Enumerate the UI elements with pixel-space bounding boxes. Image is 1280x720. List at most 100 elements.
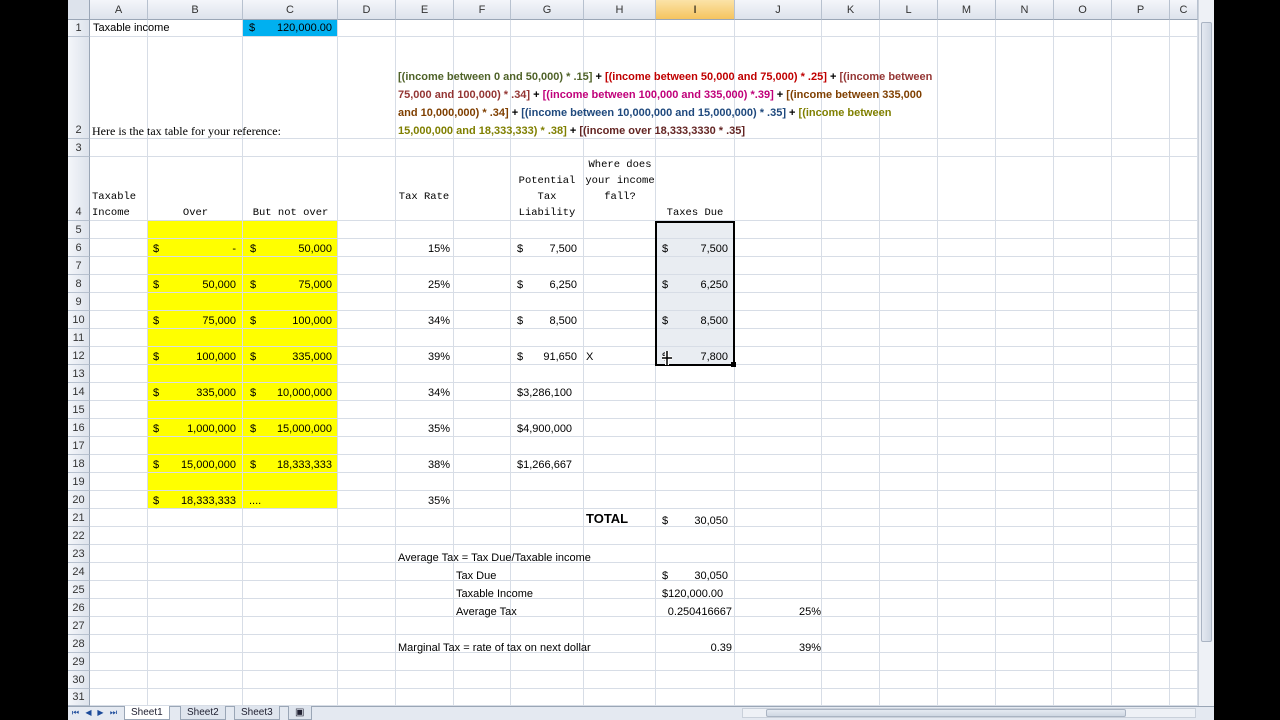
bracket-over[interactable]: 100,000	[150, 350, 236, 364]
column-header-g[interactable]: G	[511, 0, 584, 20]
row-header-14[interactable]: 14	[68, 383, 90, 401]
bracket-tax-rate[interactable]: 34%	[398, 386, 450, 400]
row-header-25[interactable]: 25	[68, 581, 90, 599]
marginal-tax-percent[interactable]: 39%	[735, 641, 821, 655]
row-header-28[interactable]: 28	[68, 635, 90, 653]
bracket-not-over[interactable]: 75,000	[246, 278, 332, 292]
first-sheet-icon[interactable]: ⏮	[70, 707, 81, 718]
row-header-23[interactable]: 23	[68, 545, 90, 563]
row-header-3[interactable]: 3	[68, 139, 90, 157]
row-header-15[interactable]: 15	[68, 401, 90, 419]
column-header-i[interactable]: I	[656, 0, 735, 20]
bracket-over[interactable]: 18,333,333	[150, 494, 236, 508]
column-header-h[interactable]: H	[584, 0, 656, 20]
taxable-income-value[interactable]: 120,000.00	[250, 21, 332, 35]
bracket-over[interactable]: 1,000,000	[150, 422, 236, 436]
row-header-11[interactable]: 11	[68, 329, 90, 347]
bracket-over[interactable]: 50,000	[150, 278, 236, 292]
bracket-tax-rate[interactable]: 34%	[398, 314, 450, 328]
row-header-31[interactable]: 31	[68, 689, 90, 706]
row-header-22[interactable]: 22	[68, 527, 90, 545]
column-header-c[interactable]: C	[1170, 0, 1198, 20]
bracket-not-over[interactable]: 335,000	[246, 350, 332, 364]
row-header-19[interactable]: 19	[68, 473, 90, 491]
row-header-5[interactable]: 5	[68, 221, 90, 239]
column-header-a[interactable]: A	[90, 0, 148, 20]
next-sheet-icon[interactable]: ▶	[95, 707, 106, 718]
bracket-tax-rate[interactable]: 15%	[398, 242, 450, 256]
bracket-not-over[interactable]: 10,000,000	[246, 386, 332, 400]
select-all-corner[interactable]	[68, 0, 90, 20]
row-header-13[interactable]: 13	[68, 365, 90, 383]
bracket-liability[interactable]: 91,650	[514, 350, 577, 364]
column-header-p[interactable]: P	[1112, 0, 1170, 20]
column-header-d[interactable]: D	[338, 0, 396, 20]
row-header-17[interactable]: 17	[68, 437, 90, 455]
row-header-10[interactable]: 10	[68, 311, 90, 329]
bracket-tax-rate[interactable]: 35%	[398, 422, 450, 436]
row-header-8[interactable]: 8	[68, 275, 90, 293]
tax-due-value[interactable]: 30,050	[660, 569, 728, 583]
bracket-over[interactable]: 75,000	[150, 314, 236, 328]
row-header-9[interactable]: 9	[68, 293, 90, 311]
row-header-16[interactable]: 16	[68, 419, 90, 437]
row-header-18[interactable]: 18	[68, 455, 90, 473]
bracket-over[interactable]: -	[150, 242, 236, 256]
row-header-2[interactable]: 2	[68, 37, 90, 139]
row-header-21[interactable]: 21	[68, 509, 90, 527]
row-header-20[interactable]: 20	[68, 491, 90, 509]
bracket-over[interactable]: 335,000	[150, 386, 236, 400]
taxable-income-value-2[interactable]: $120,000.00	[662, 587, 723, 601]
bracket-liability[interactable]: 7,500	[514, 242, 577, 256]
column-header-k[interactable]: K	[822, 0, 880, 20]
row-header-27[interactable]: 27	[68, 617, 90, 635]
bracket-liability[interactable]: $1,266,667	[517, 458, 572, 472]
average-tax-percent[interactable]: 25%	[735, 605, 821, 619]
bracket-liability[interactable]: $3,286,100	[517, 386, 572, 400]
row-header-29[interactable]: 29	[68, 653, 90, 671]
row-header-6[interactable]: 6	[68, 239, 90, 257]
average-tax-value[interactable]: 0.250416667	[656, 605, 732, 619]
column-header-b[interactable]: B	[148, 0, 243, 20]
row-header-26[interactable]: 26	[68, 599, 90, 617]
row-header-4[interactable]: 4	[68, 157, 90, 221]
marginal-tax-value[interactable]: 0.39	[656, 641, 732, 655]
bracket-where[interactable]: X	[586, 350, 593, 364]
total-value[interactable]: 30,050	[660, 514, 728, 528]
bracket-liability[interactable]: 6,250	[514, 278, 577, 292]
row-header-30[interactable]: 30	[68, 671, 90, 689]
bracket-over[interactable]: 15,000,000	[150, 458, 236, 472]
column-header-e[interactable]: E	[396, 0, 454, 20]
selection-border[interactable]	[655, 221, 735, 366]
column-header-c[interactable]: C	[243, 0, 338, 20]
bracket-not-over[interactable]: 18,333,333	[246, 458, 332, 472]
horizontal-scroll-thumb[interactable]	[766, 709, 1126, 717]
row-header-12[interactable]: 12	[68, 347, 90, 365]
tab-sheet1[interactable]: Sheet1	[124, 706, 170, 720]
column-header-o[interactable]: O	[1054, 0, 1112, 20]
column-header-n[interactable]: N	[996, 0, 1054, 20]
tab-sheet3[interactable]: Sheet3	[234, 706, 280, 720]
bracket-tax-rate[interactable]: 39%	[398, 350, 450, 364]
row-header-7[interactable]: 7	[68, 257, 90, 275]
column-header-f[interactable]: F	[454, 0, 511, 20]
column-header-j[interactable]: J	[735, 0, 822, 20]
bracket-not-over[interactable]: 100,000	[246, 314, 332, 328]
bracket-tax-rate[interactable]: 38%	[398, 458, 450, 472]
bracket-liability[interactable]: 8,500	[514, 314, 577, 328]
vertical-scroll-thumb[interactable]	[1201, 22, 1212, 642]
fill-handle[interactable]	[731, 362, 736, 367]
column-header-m[interactable]: M	[938, 0, 996, 20]
bracket-not-over[interactable]: 15,000,000	[246, 422, 332, 436]
row-header-24[interactable]: 24	[68, 563, 90, 581]
bracket-not-over[interactable]: ....	[249, 494, 261, 508]
insert-sheet-icon[interactable]: ▣	[288, 706, 312, 720]
column-header-l[interactable]: L	[880, 0, 938, 20]
tab-sheet2[interactable]: Sheet2	[180, 706, 226, 720]
prev-sheet-icon[interactable]: ◀	[83, 707, 94, 718]
last-sheet-icon[interactable]: ⏭	[108, 707, 119, 718]
bracket-liability[interactable]: $4,900,000	[517, 422, 572, 436]
bracket-tax-rate[interactable]: 35%	[398, 494, 450, 508]
bracket-not-over[interactable]: 50,000	[246, 242, 332, 256]
row-header-1[interactable]: 1	[68, 20, 90, 37]
